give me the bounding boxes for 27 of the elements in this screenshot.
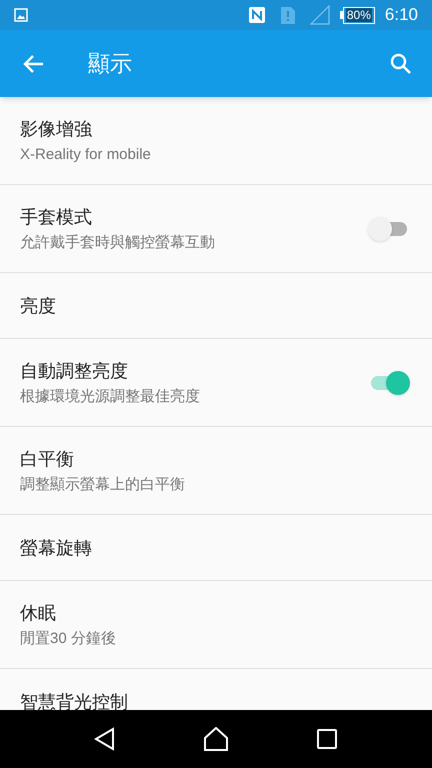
item-subtitle: 調整顯示螢幕上的白平衡	[20, 474, 186, 494]
item-subtitle: 閒置30 分鐘後	[20, 628, 117, 648]
settings-item[interactable]: 螢幕旋轉	[0, 515, 432, 581]
item-subtitle: X-Reality for mobile	[20, 144, 152, 164]
image-icon	[14, 8, 28, 22]
item-title: 智慧背光控制	[20, 690, 129, 710]
battery-level: 80%	[346, 8, 372, 22]
item-title: 自動調整亮度	[20, 360, 129, 382]
signal-icon	[310, 5, 330, 25]
settings-item[interactable]: 影像增強 X-Reality for mobile	[0, 97, 432, 185]
item-title: 白平衡	[20, 448, 75, 470]
nfc-icon	[248, 6, 266, 24]
item-title: 亮度	[20, 294, 57, 318]
settings-item[interactable]: 自動調整亮度 根據環境光源調整最佳亮度	[0, 339, 432, 427]
settings-item[interactable]: 休眠 閒置30 分鐘後	[0, 581, 432, 669]
item-title: 休眠	[20, 602, 57, 624]
item-subtitle: 根據環境光源調整最佳亮度	[20, 386, 201, 406]
settings-item[interactable]: 手套模式 允許戴手套時與觸控螢幕互動	[0, 185, 432, 273]
settings-item[interactable]: 亮度	[0, 273, 432, 339]
item-title: 螢幕旋轉	[20, 536, 93, 560]
item-title: 手套模式	[20, 206, 93, 228]
settings-item[interactable]: 白平衡 調整顯示螢幕上的白平衡	[0, 427, 432, 515]
sim-card-icon	[280, 5, 296, 25]
item-title: 影像增強	[20, 118, 93, 140]
item-subtitle: 允許戴手套時與觸控螢幕互動	[20, 232, 216, 252]
screen-title: 顯示	[88, 50, 132, 78]
clock: 6:10	[384, 4, 418, 26]
